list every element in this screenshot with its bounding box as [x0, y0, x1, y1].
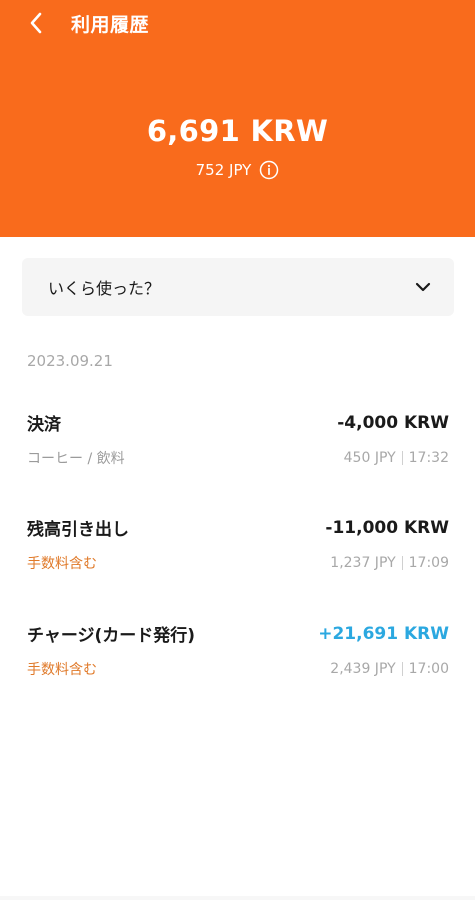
date-heading: 2023.09.21: [27, 352, 113, 370]
transaction-time: 17:09: [408, 555, 449, 571]
balance-jpy: 752 JPY: [195, 161, 252, 179]
transaction-name: チャージ(カード発行): [27, 626, 196, 646]
transaction-amount: -4,000 KRW: [337, 412, 449, 433]
transaction-amount: -11,000 KRW: [325, 517, 449, 538]
transaction-note: 手数料含む: [27, 556, 97, 572]
transaction-name: 残高引き出し: [27, 520, 129, 540]
spending-dropdown[interactable]: いくら使った？: [22, 258, 454, 316]
balance-jpy-row: 752 JPY: [0, 160, 475, 180]
transaction-time: 17:32: [408, 450, 449, 466]
header-banner: 利用履歴 6,691 KRW 752 JPY: [0, 0, 475, 237]
meta-divider: [401, 451, 403, 465]
transaction-name: 決済: [27, 415, 61, 435]
transaction-item[interactable]: チャージ(カード発行) +21,691 KRW 手数料含む 2,439 JPY …: [27, 621, 449, 681]
dropdown-label: いくら使った？: [48, 279, 161, 298]
transaction-jpy: 2,439 JPY: [330, 661, 396, 677]
transaction-amount: +21,691 KRW: [318, 623, 449, 644]
transaction-meta: 450 JPY 17:32: [344, 450, 449, 466]
page-title: 利用履歴: [71, 14, 150, 36]
transaction-note: 手数料含む: [27, 662, 97, 678]
transaction-meta: 1,237 JPY 17:09: [330, 555, 449, 571]
info-icon[interactable]: [259, 160, 279, 180]
meta-divider: [401, 662, 403, 676]
transaction-time: 17:00: [408, 661, 449, 677]
balance-krw: 6,691 KRW: [146, 114, 329, 148]
transaction-meta: 2,439 JPY 17:00: [330, 661, 449, 677]
back-button[interactable]: [18, 6, 54, 40]
transaction-item[interactable]: 決済 -4,000 KRW コーヒー / 飲料 450 JPY 17:32: [27, 410, 449, 470]
chevron-left-icon: [30, 12, 42, 34]
chevron-down-icon: [414, 278, 432, 296]
transaction-item[interactable]: 残高引き出し -11,000 KRW 手数料含む 1,237 JPY 17:09: [27, 515, 449, 575]
meta-divider: [401, 556, 403, 570]
transaction-note: コーヒー / 飲料: [27, 451, 125, 467]
bottom-divider: [0, 896, 475, 900]
transaction-jpy: 1,237 JPY: [330, 555, 396, 571]
transaction-jpy: 450 JPY: [343, 450, 396, 466]
